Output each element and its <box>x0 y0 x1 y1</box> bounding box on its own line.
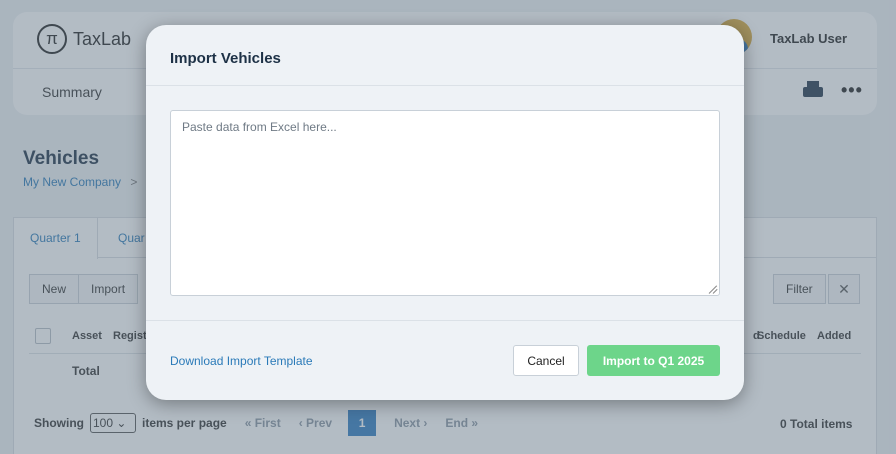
paste-data-textarea[interactable] <box>170 110 720 296</box>
import-vehicles-dialog: Import Vehicles Download Import Template… <box>146 25 744 400</box>
dialog-title: Import Vehicles <box>170 50 281 67</box>
dialog-header-divider <box>146 85 744 86</box>
dialog-footer-divider <box>146 320 744 321</box>
import-button-primary[interactable]: Import to Q1 2025 <box>587 345 720 376</box>
resize-grip-icon[interactable] <box>709 285 718 294</box>
cancel-button[interactable]: Cancel <box>513 345 579 376</box>
download-import-template-link[interactable]: Download Import Template <box>170 354 313 368</box>
